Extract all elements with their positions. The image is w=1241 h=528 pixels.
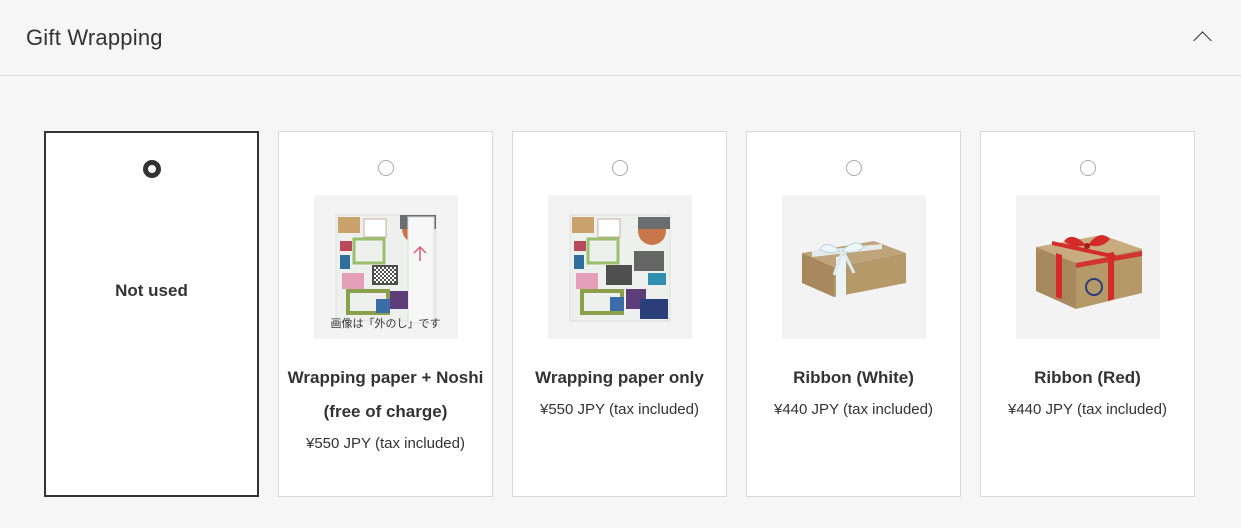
radio-unselected-icon[interactable] [377,160,394,176]
option-price: ¥440 JPY (tax included) [1008,401,1167,418]
image-caption: 画像は「外のし」です [330,318,441,330]
option-title: Ribbon (Red) [1034,368,1141,387]
option-wrapping-paper-noshi[interactable]: 画像は「外のし」です Wrapping paper + Noshi (free … [278,131,493,497]
radio-unselected-icon[interactable] [611,160,628,176]
wrapping-options: Not used 画像は「外のし」です Wrapping paper + Nos… [44,131,1195,497]
option-subtitle: (free of charge) [323,402,448,421]
option-title: Wrapping paper + Noshi [287,368,484,387]
ribbon-red-image [1015,195,1160,339]
option-wrapping-paper-only[interactable]: Wrapping paper only ¥550 JPY (tax includ… [512,131,727,497]
gift-wrapping-header[interactable]: Gift Wrapping [0,0,1241,76]
option-price: ¥550 JPY (tax included) [306,435,465,452]
option-text: Wrapping paper + Noshi (free of charge) … [279,361,492,459]
radio-unselected-icon[interactable] [845,160,862,176]
radio-selected-icon[interactable] [142,160,161,178]
option-price: ¥550 JPY (tax included) [540,401,699,418]
wrapping-paper-image [547,195,692,339]
option-text: Wrapping paper only ¥550 JPY (tax includ… [513,361,726,425]
option-text: Ribbon (Red) ¥440 JPY (tax included) [981,361,1194,425]
option-title: Ribbon (White) [793,368,914,387]
section-title: Gift Wrapping [26,24,163,50]
option-label: Not used [115,281,188,300]
option-ribbon-white[interactable]: Ribbon (White) ¥440 JPY (tax included) [746,131,961,497]
ribbon-white-image [781,195,926,339]
wrapping-paper-noshi-image: 画像は「外のし」です [313,195,458,339]
chevron-up-icon[interactable] [1193,31,1212,50]
option-price: ¥440 JPY (tax included) [774,401,933,418]
radio-unselected-icon[interactable] [1079,160,1096,176]
option-not-used[interactable]: Not used [44,131,259,497]
option-text: Ribbon (White) ¥440 JPY (tax included) [747,361,960,425]
option-ribbon-red[interactable]: Ribbon (Red) ¥440 JPY (tax included) [980,131,1195,497]
option-title: Wrapping paper only [535,368,704,387]
